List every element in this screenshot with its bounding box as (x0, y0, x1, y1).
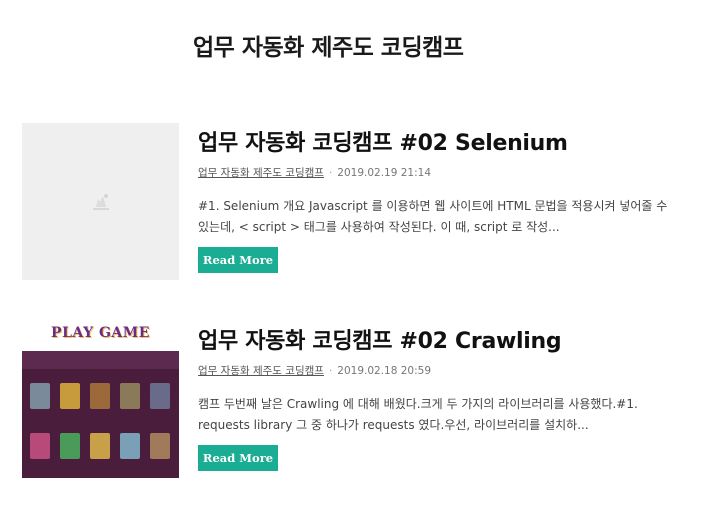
game-tile (30, 433, 50, 459)
game-tile (60, 383, 80, 409)
game-tile (60, 433, 80, 459)
post-meta: 업무 자동화 제주도 코딩캠프 · 2019.02.19 21:14 (198, 165, 668, 180)
meta-separator: · (328, 167, 333, 179)
game-title: PLAY GAME (51, 325, 150, 341)
game-tile (150, 433, 170, 459)
post-body: 업무 자동화 코딩캠프 #02 Crawling 업무 자동화 제주도 코딩캠프… (198, 321, 668, 471)
post-title[interactable]: 업무 자동화 코딩캠프 #02 Crawling (198, 323, 668, 355)
post-category-link[interactable]: 업무 자동화 제주도 코딩캠프 (198, 167, 324, 179)
meta-separator: · (328, 365, 333, 377)
placeholder-image-icon (93, 194, 109, 210)
post-date: 2019.02.18 20:59 (337, 365, 431, 377)
post-category-link[interactable]: 업무 자동화 제주도 코딩캠프 (198, 365, 324, 377)
post-card: 업무 자동화 코딩캠프 #02 Selenium 업무 자동화 제주도 코딩캠프… (22, 123, 667, 283)
game-band (22, 351, 179, 369)
game-tile (90, 433, 110, 459)
read-more-button[interactable]: Read More (198, 247, 278, 273)
post-thumbnail[interactable]: PLAY GAME (22, 321, 179, 478)
game-tile (150, 383, 170, 409)
post-excerpt: 캠프 두번째 날은 Crawling 에 대해 배웠다.크게 두 가지의 라이브… (198, 397, 638, 432)
post-thumbnail[interactable] (22, 123, 179, 280)
game-tile (30, 383, 50, 409)
game-tile (120, 433, 140, 459)
post-card: PLAY GAME 업무 자동화 코딩캠프 #02 Crawling 업무 자동… (22, 321, 662, 481)
page-title[interactable]: 업무 자동화 제주도 코딩캠프 (193, 28, 464, 62)
post-meta: 업무 자동화 제주도 코딩캠프 · 2019.02.18 20:59 (198, 363, 668, 378)
post-excerpt: #1. Selenium 개요 Javascript 를 이용하면 웹 사이트에… (198, 199, 668, 234)
post-title[interactable]: 업무 자동화 코딩캠프 #02 Selenium (198, 125, 668, 157)
read-more-button[interactable]: Read More (198, 445, 278, 471)
game-tile (90, 383, 110, 409)
post-body: 업무 자동화 코딩캠프 #02 Selenium 업무 자동화 제주도 코딩캠프… (198, 123, 668, 273)
post-date: 2019.02.19 21:14 (337, 167, 431, 179)
game-tile (120, 383, 140, 409)
